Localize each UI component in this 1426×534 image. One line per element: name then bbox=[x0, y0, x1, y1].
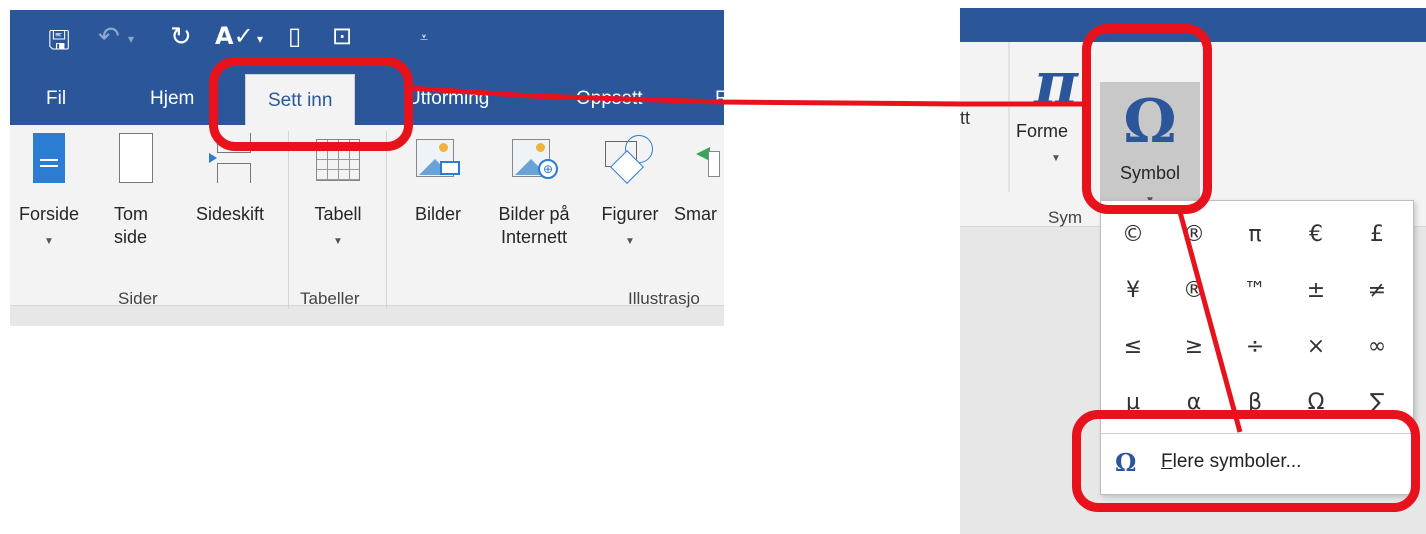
highlight-symbol-button bbox=[1082, 24, 1212, 214]
connector-line-tab-to-symbol bbox=[407, 85, 1085, 107]
connector-line-symbol-to-more bbox=[1177, 211, 1243, 433]
highlight-insert-tab bbox=[209, 57, 413, 151]
highlight-more-symbols bbox=[1072, 410, 1420, 512]
